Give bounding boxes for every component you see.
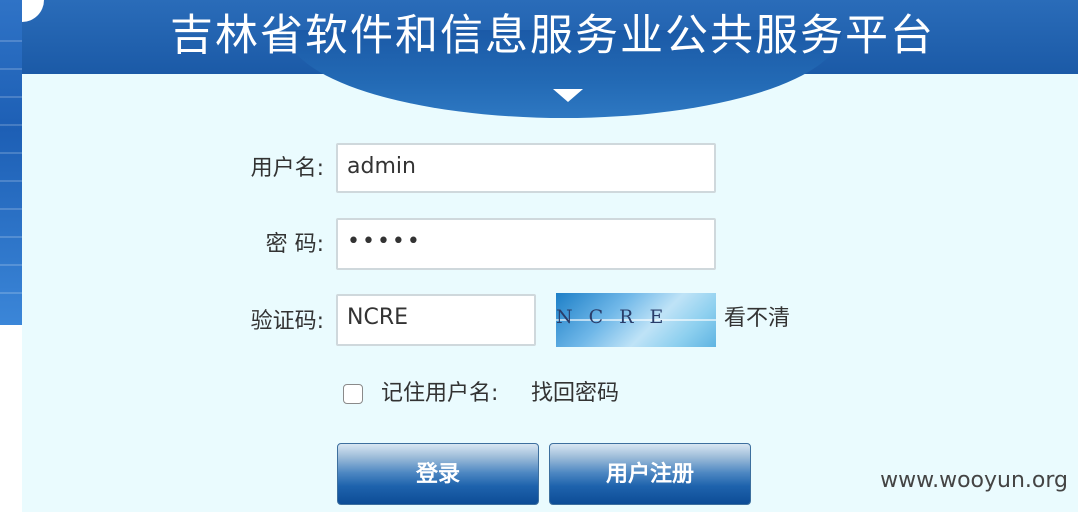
down-arrow-icon <box>553 89 583 102</box>
password-label: 密 码: <box>265 232 324 257</box>
left-decoration-strip <box>0 0 22 325</box>
remember-username-label: 记住用户名: <box>381 381 499 406</box>
captcha-label: 验证码: <box>250 309 324 334</box>
username-label: 用户名: <box>250 156 324 181</box>
register-button[interactable]: 用户注册 <box>549 443 751 505</box>
captcha-input[interactable]: NCRE <box>336 294 536 346</box>
username-input[interactable]: admin <box>336 143 716 193</box>
forgot-password-link[interactable]: 找回密码 <box>531 379 619 409</box>
captcha-image[interactable]: NCRE <box>556 293 716 347</box>
captcha-image-text: NCRE <box>556 306 680 328</box>
captcha-refresh-link[interactable]: 看不清 <box>724 304 790 334</box>
login-button[interactable]: 登录 <box>337 443 539 505</box>
watermark-text: www.wooyun.org <box>880 468 1068 493</box>
password-input[interactable]: ••••• <box>336 218 716 270</box>
remember-username-checkbox[interactable] <box>343 384 363 404</box>
page-title: 吉林省软件和信息服务业公共服务平台 <box>170 11 935 61</box>
